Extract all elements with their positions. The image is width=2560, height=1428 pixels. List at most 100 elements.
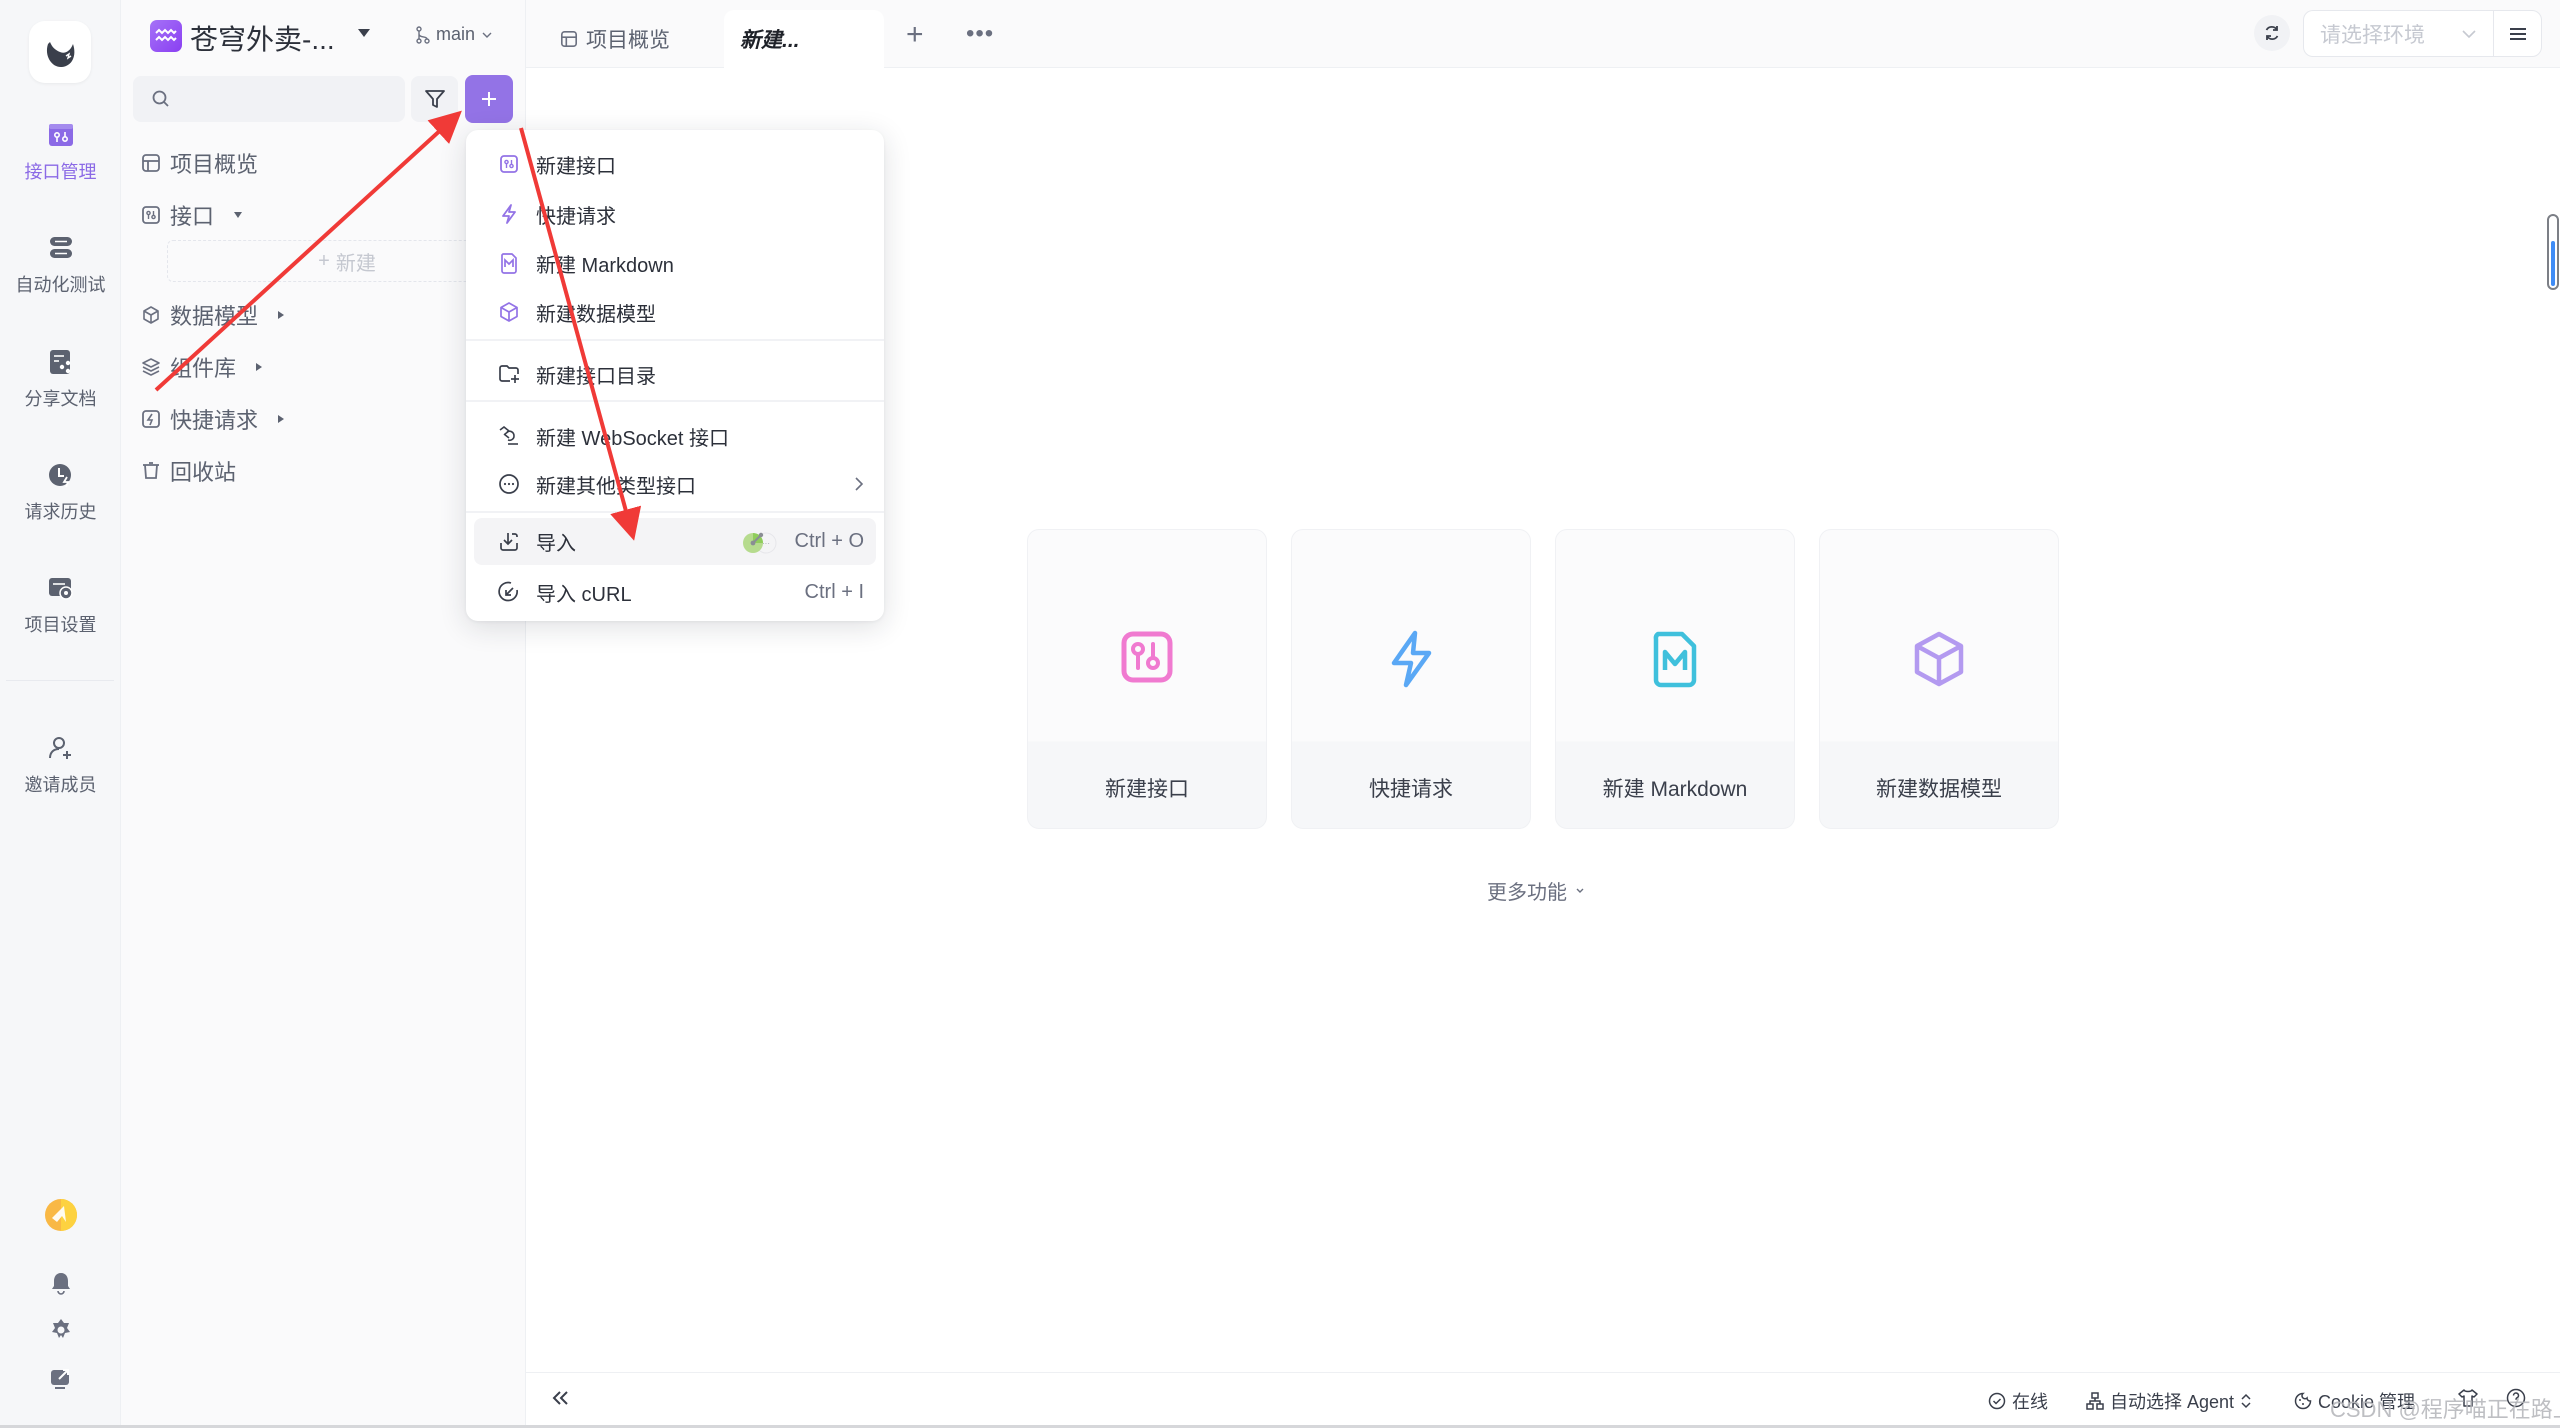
menu-item-new-other-api[interactable]: 新建其他类型接口: [474, 462, 876, 506]
tree-item-trash[interactable]: 回收站: [140, 455, 236, 487]
add-button[interactable]: [465, 75, 513, 123]
menu-item-import-curl[interactable]: 导入 cURL Ctrl + I: [474, 570, 876, 614]
menu-separator: [466, 400, 884, 402]
rail-item-label: 接口管理: [24, 162, 97, 182]
api-icon: [498, 153, 520, 175]
tree-item-api[interactable]: 接口: [140, 199, 243, 231]
search-input[interactable]: [181, 88, 401, 110]
rail-item-label: 邀请成员: [24, 775, 97, 795]
quick-card-new-data-model[interactable]: 新建数据模型: [1819, 529, 2059, 829]
online-status[interactable]: 在线: [1988, 1388, 2048, 1414]
cube-icon: [1914, 631, 1964, 687]
automation-test-icon: [46, 233, 76, 263]
menu-item-shortcut: ··· Ctrl + O: [741, 529, 864, 555]
menu-item-label: 新建 WebSocket 接口: [536, 427, 730, 450]
menu-item-quick-request[interactable]: 快捷请求: [474, 192, 876, 236]
agent-selector[interactable]: 自动选择 Agent: [2086, 1388, 2252, 1414]
menu-item-label: 新建接口: [536, 155, 616, 178]
rail-item-label: 项目设置: [24, 615, 97, 635]
project-title[interactable]: 苍穹外卖-...: [190, 18, 335, 58]
branch-selector[interactable]: main: [416, 24, 493, 45]
api-management-icon: [46, 120, 76, 150]
quick-card-new-markdown[interactable]: 新建 Markdown: [1555, 529, 1795, 829]
bell-icon: [51, 1273, 70, 1295]
project-switch-caret-icon[interactable]: [358, 29, 370, 37]
hamburger-icon: [2509, 27, 2526, 40]
cookie-icon: [2294, 1392, 2312, 1410]
curl-import-icon: [498, 581, 520, 603]
quick-card-new-api[interactable]: 新建接口: [1027, 529, 1267, 829]
online-label: 在线: [2012, 1392, 2048, 1412]
chevron-down-icon: [1576, 888, 1584, 893]
refresh-button[interactable]: [2254, 15, 2290, 51]
tab-more-button[interactable]: •••: [966, 22, 994, 46]
menu-item-label: 新建其他类型接口: [536, 475, 696, 498]
menu-item-new-websocket[interactable]: 新建 WebSocket 接口: [474, 414, 876, 458]
rail-item-request-history[interactable]: 请求历史: [0, 460, 121, 524]
notifications-button[interactable]: [0, 1271, 121, 1295]
app-logo-icon: [46, 38, 75, 68]
plus-icon: [482, 92, 496, 106]
scroll-indicator[interactable]: [2547, 214, 2559, 290]
overview-icon: [560, 30, 578, 48]
open-external-button[interactable]: [0, 1366, 121, 1390]
tab-new[interactable]: 新建...: [724, 10, 884, 68]
menu-item-label: 新建数据模型: [536, 303, 656, 326]
environment-menu-button[interactable]: [2493, 10, 2542, 57]
markdown-icon: [498, 252, 520, 274]
quick-card-quick-request[interactable]: 快捷请求: [1291, 529, 1531, 829]
tree-item-data-model[interactable]: 数据模型: [140, 299, 285, 331]
branch-name: main: [436, 24, 476, 44]
tab-overview[interactable]: 项目概览: [546, 10, 684, 68]
rail-item-invite-member[interactable]: 邀请成员: [0, 733, 121, 797]
caret-down-icon[interactable]: [234, 212, 243, 218]
card-label: 新建 Markdown: [1602, 778, 1748, 801]
menu-item-new-api-folder[interactable]: 新建接口目录: [474, 352, 876, 396]
environment-select[interactable]: 请选择环境: [2303, 10, 2493, 57]
menu-item-import[interactable]: 导入 ··· Ctrl + O: [474, 518, 876, 565]
api-icon: [1121, 631, 1173, 683]
caret-right-icon[interactable]: [278, 311, 285, 319]
menu-item-new-markdown[interactable]: 新建 Markdown: [474, 241, 876, 285]
rail-item-project-settings[interactable]: 项目设置: [0, 573, 121, 637]
project-icon: [150, 20, 182, 52]
watermark: CSDN @程序喵正在路上: [2330, 1397, 2560, 1422]
quick-request-icon: [140, 408, 162, 430]
menu-item-label: 快捷请求: [536, 205, 616, 228]
left-rail: 接口管理 自动化测试 分享文档 请求历史 项目设置 邀请成员: [0, 0, 121, 1425]
tree-item-overview[interactable]: 项目概览: [140, 147, 258, 179]
filter-button[interactable]: [411, 76, 458, 122]
menu-item-label: 新建接口目录: [536, 365, 656, 388]
sidebar-search[interactable]: [133, 76, 405, 122]
agent-label: 自动选择 Agent: [2110, 1392, 2235, 1412]
component-library-icon: [140, 356, 162, 378]
check-circle-icon: [1988, 1392, 2006, 1410]
share-doc-icon: [46, 347, 76, 377]
new-tab-button[interactable]: +: [906, 20, 924, 50]
chevron-updown-icon: [2241, 1393, 2251, 1409]
more-circle-icon: [498, 473, 520, 495]
rail-item-api-management[interactable]: 接口管理: [0, 120, 121, 184]
menu-separator: [466, 339, 884, 341]
caret-right-icon[interactable]: [256, 363, 263, 371]
chevron-down-icon: [482, 32, 492, 38]
menu-item-new-data-model[interactable]: 新建数据模型: [474, 290, 876, 334]
menu-item-shortcut: Ctrl + I: [804, 580, 864, 603]
lightning-icon: [498, 203, 520, 225]
rail-item-automation-test[interactable]: 自动化测试: [0, 233, 121, 297]
menu-separator: [466, 511, 884, 513]
avatar[interactable]: [0, 1198, 121, 1232]
more-features-toggle[interactable]: 更多功能: [1487, 876, 1585, 905]
tree-item-label: 数据模型: [170, 304, 259, 329]
collapse-sidebar-button[interactable]: [550, 1387, 572, 1414]
app-logo[interactable]: [29, 21, 91, 83]
trash-icon: [140, 460, 162, 482]
tree-item-component-library[interactable]: 组件库: [140, 351, 263, 383]
menu-item-new-api[interactable]: 新建接口: [474, 142, 876, 186]
rail-item-share-doc[interactable]: 分享文档: [0, 347, 121, 411]
tree-item-label: 接口: [170, 204, 215, 229]
tree-item-quick-request[interactable]: 快捷请求: [140, 403, 285, 435]
settings-button[interactable]: [0, 1318, 121, 1342]
caret-right-icon[interactable]: [278, 415, 285, 423]
more-features-label: 更多功能: [1487, 882, 1567, 904]
